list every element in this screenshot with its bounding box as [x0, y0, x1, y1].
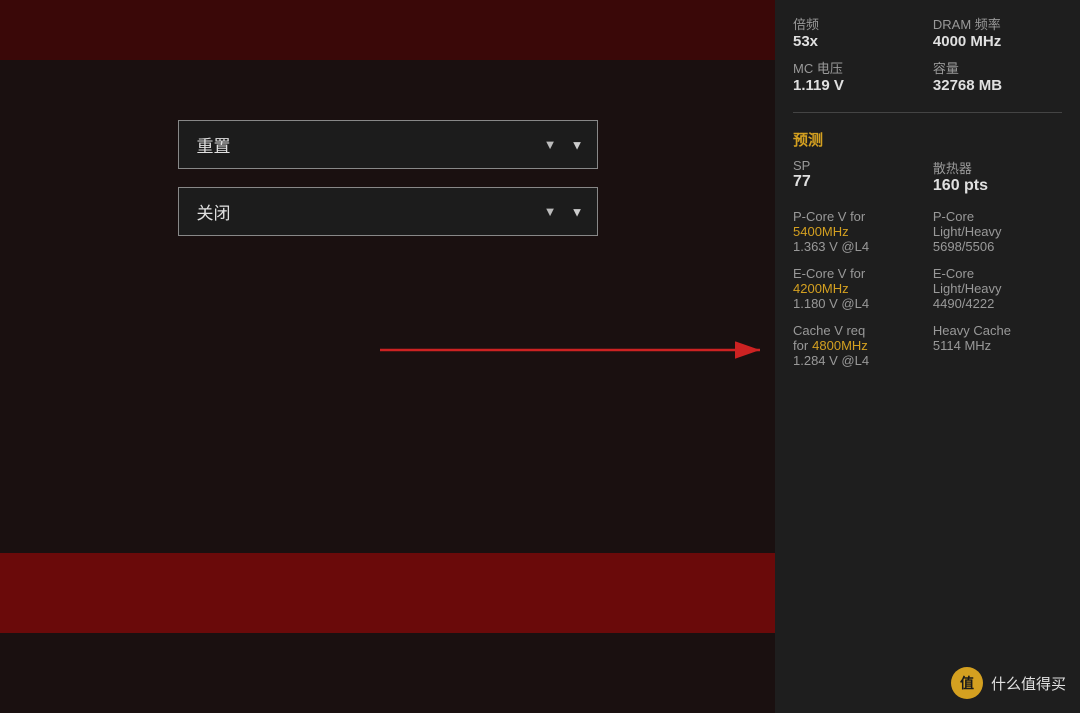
- pcore-lh-sub: Light/Heavy: [933, 224, 1062, 239]
- dram-label: DRAM 频率: [933, 14, 1062, 33]
- ecore-v-value: 1.180 V @L4: [793, 296, 922, 311]
- pcore-row: P-Core V for 5400MHz 1.363 V @L4 P-Core …: [793, 209, 1062, 254]
- mc-voltage-col: MC 电压 1.119 V: [793, 58, 922, 94]
- reset-label: 重置: [197, 132, 231, 157]
- sp-label: SP: [793, 158, 922, 173]
- prediction-title: 预测: [793, 129, 1062, 150]
- ecore-lh-label: E-Core: [933, 266, 1062, 281]
- heatsink-value: 160 pts: [933, 177, 1062, 195]
- multiplier-col: 倍频 53x: [793, 14, 922, 50]
- ecore-row: E-Core V for 4200MHz 1.180 V @L4 E-Core …: [793, 266, 1062, 311]
- pcore-freq-yellow: 5400MHz: [793, 224, 922, 239]
- heatsink-label: 散热器: [933, 158, 1062, 177]
- ecore-lh-col: E-Core Light/Heavy 4490/4222: [933, 266, 1062, 311]
- multiplier-value: 53x: [793, 33, 922, 50]
- pcore-v-col: P-Core V for 5400MHz 1.363 V @L4: [793, 209, 922, 254]
- very-bottom-bar: [0, 633, 775, 713]
- cache-freq-for: for: [793, 338, 808, 353]
- capacity-label: 容量: [933, 58, 1062, 77]
- dropdown-arrow-2: ▼: [544, 204, 557, 219]
- mc-voltage-label: MC 电压: [793, 58, 922, 77]
- reset-dropdown-wrapper[interactable]: 重置 ▼: [178, 120, 598, 169]
- reset-dropdown[interactable]: 重置 ▼: [178, 120, 598, 169]
- ecore-lh-value: 4490/4222: [933, 296, 1062, 311]
- dram-value: 4000 MHz: [933, 33, 1062, 50]
- watermark-icon: 值: [951, 667, 983, 699]
- heavy-cache-col: Heavy Cache 5114 MHz: [933, 323, 1062, 368]
- dropdown-arrow-1: ▼: [544, 137, 557, 152]
- mc-capacity-row: MC 电压 1.119 V 容量 32768 MB: [793, 58, 1062, 94]
- pcore-v-value: 1.363 V @L4: [793, 239, 922, 254]
- right-panel: 倍频 53x DRAM 频率 4000 MHz MC 电压 1.119 V 容量…: [775, 0, 1080, 713]
- left-panel: 重置 ▼ 关闭 ▼: [0, 0, 775, 713]
- divider-1: [793, 112, 1062, 113]
- mc-voltage-value: 1.119 V: [793, 77, 922, 94]
- watermark-text: 什么值得买: [991, 673, 1066, 694]
- capacity-col: 容量 32768 MB: [933, 58, 1062, 94]
- sp-col: SP 77: [793, 158, 922, 195]
- heatsink-col: 散热器 160 pts: [933, 158, 1062, 195]
- ecore-v-for-label: E-Core V for: [793, 266, 922, 281]
- cache-v-col: Cache V req for 4800MHz 1.284 V @L4: [793, 323, 922, 368]
- dram-col: DRAM 频率 4000 MHz: [933, 14, 1062, 50]
- cache-freq-yellow: 4800MHz: [812, 338, 868, 353]
- top-dark-bar: [0, 0, 775, 60]
- pcore-lh-value: 5698/5506: [933, 239, 1062, 254]
- cache-v-req-label: Cache V req: [793, 323, 922, 338]
- close-label: 关闭: [197, 199, 231, 224]
- close-dropdown-wrapper[interactable]: 关闭 ▼: [178, 187, 598, 236]
- sp-heatsink-row: SP 77 散热器 160 pts: [793, 158, 1062, 195]
- bottom-dark-bar: [0, 553, 775, 633]
- cache-row: Cache V req for 4800MHz 1.284 V @L4 Heav…: [793, 323, 1062, 368]
- pcore-lh-label: P-Core: [933, 209, 1062, 224]
- capacity-value: 32768 MB: [933, 77, 1062, 94]
- ecore-lh-sub: Light/Heavy: [933, 281, 1062, 296]
- multiplier-dram-row: 倍频 53x DRAM 频率 4000 MHz: [793, 14, 1062, 50]
- controls-area: 重置 ▼ 关闭 ▼: [0, 120, 775, 236]
- cache-v-value: 1.284 V @L4: [793, 353, 922, 368]
- sp-value: 77: [793, 173, 922, 191]
- close-dropdown[interactable]: 关闭 ▼: [178, 187, 598, 236]
- ecore-freq-yellow: 4200MHz: [793, 281, 922, 296]
- watermark: 值 什么值得买: [951, 667, 1066, 699]
- pcore-lh-col: P-Core Light/Heavy 5698/5506: [933, 209, 1062, 254]
- pcore-v-for-label: P-Core V for: [793, 209, 922, 224]
- multiplier-label: 倍频: [793, 14, 922, 33]
- heavy-cache-label: Heavy Cache: [933, 323, 1062, 338]
- heavy-cache-value: 5114 MHz: [933, 338, 1062, 353]
- ecore-v-col: E-Core V for 4200MHz 1.180 V @L4: [793, 266, 922, 311]
